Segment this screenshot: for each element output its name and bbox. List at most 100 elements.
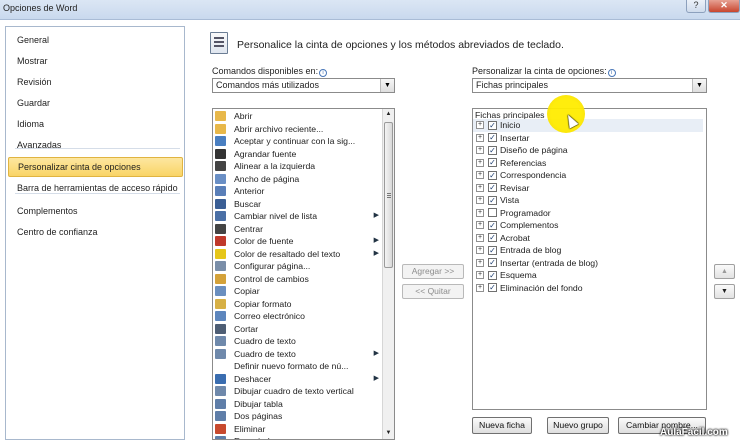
list-item[interactable]: Agrandar fuente (213, 148, 379, 161)
sidebar-item-avanzadas[interactable]: Avanzadas (6, 135, 184, 155)
tab-checkbox[interactable]: ✓ (488, 220, 497, 230)
tab-checkbox[interactable]: ✓ (488, 283, 497, 292)
expand-icon[interactable]: + (476, 133, 484, 142)
list-item[interactable]: Configurar página... (213, 260, 379, 273)
list-item[interactable]: Dibujar tabla (213, 398, 379, 411)
sidebar-item-centro[interactable]: Centro de confianza (6, 222, 184, 242)
commands-scrollbar[interactable]: ▲ ▼ (382, 109, 394, 439)
chevron-down-icon[interactable]: ▼ (692, 79, 706, 92)
list-item[interactable]: Ancho de página (213, 173, 379, 186)
list-item[interactable]: Dos páginas (213, 410, 379, 423)
expand-icon[interactable]: + (476, 258, 484, 267)
tree-item[interactable]: + ✓ Referencias (473, 157, 703, 170)
tab-checkbox[interactable]: ✓ (488, 258, 497, 267)
list-item[interactable]: Buscar (213, 198, 379, 211)
new-group-button[interactable]: Nuevo grupo (547, 417, 609, 434)
sidebar-item-guardar[interactable]: Guardar (6, 93, 184, 113)
tab-checkbox[interactable]: ✓ (488, 195, 497, 205)
tree-item[interactable]: + ✓ Eliminación del fondo (473, 282, 703, 295)
remove-button[interactable]: << Quitar (402, 284, 464, 299)
sidebar-item-personalizar[interactable]: Personalizar cinta de opciones (8, 157, 183, 177)
list-item[interactable]: Aceptar y continuar con la sig... (213, 135, 379, 148)
move-down-icon[interactable]: ▼ (714, 284, 735, 299)
list-item[interactable]: Color de fuente ▶ (213, 235, 379, 248)
sidebar-item-revisión[interactable]: Revisión (6, 72, 184, 92)
scroll-up-icon[interactable]: ▲ (383, 109, 394, 120)
tab-checkbox[interactable]: ✓ (488, 133, 497, 142)
move-up-icon[interactable]: ▲ (714, 264, 735, 279)
expand-icon[interactable]: + (476, 283, 484, 292)
commands-list[interactable]: ▲ ▼ Abrir Abrir archivo reciente... Acepta… (212, 108, 395, 440)
list-item[interactable]: Cortar (213, 323, 379, 336)
new-tab-button[interactable]: Nueva ficha (472, 417, 532, 434)
commands-source-select[interactable]: Comandos más utilizados ▼ (212, 78, 395, 93)
tab-checkbox[interactable]: ✓ (488, 158, 497, 167)
list-item[interactable]: Definir nuevo formato de nú... (213, 360, 379, 373)
list-item[interactable]: Copiar formato (213, 298, 379, 311)
ribbon-tabs-tree[interactable]: Fichas principales + ✓ Inicio + ✓ Insertar + ✓ D… (472, 108, 707, 410)
list-item[interactable]: Copiar (213, 285, 379, 298)
expand-icon[interactable]: + (476, 221, 484, 229)
title-bar: Opciones de Word ? ✕ (0, 0, 740, 20)
list-item[interactable]: Deshacer ▶ (213, 373, 379, 386)
sidebar-item-general[interactable]: General (6, 30, 184, 50)
list-item[interactable]: Anterior (213, 185, 379, 198)
list-item[interactable]: Cuadro de texto (213, 335, 379, 348)
expand-icon[interactable]: + (476, 121, 484, 129)
list-item[interactable]: Abrir (213, 110, 379, 123)
expand-icon[interactable]: + (476, 196, 484, 204)
info-icon[interactable]: i (319, 69, 328, 77)
chevron-down-icon[interactable]: ▼ (380, 79, 394, 92)
tab-checkbox[interactable]: ✓ (488, 170, 497, 180)
tab-checkbox[interactable]: ✓ (488, 120, 497, 130)
scroll-thumb[interactable] (384, 122, 393, 268)
expand-icon[interactable]: + (476, 146, 484, 154)
tree-item[interactable]: + ✓ Entrada de blog (473, 244, 703, 257)
expand-icon[interactable]: + (476, 183, 484, 192)
list-item[interactable]: Control de cambios (213, 273, 379, 286)
list-item[interactable]: Correo electrónico (213, 310, 379, 323)
info-icon[interactable]: i (607, 69, 616, 77)
list-item[interactable]: Dibujar cuadro de texto vertical (213, 385, 379, 398)
tab-checkbox[interactable]: ✓ (488, 270, 497, 280)
tree-item[interactable]: + ✓ Revisar (473, 182, 703, 195)
tree-item[interactable]: + ✓ Complementos (473, 219, 703, 232)
list-item[interactable]: Abrir archivo reciente... (213, 123, 379, 136)
scroll-down-icon[interactable]: ▼ (383, 428, 394, 439)
tab-checkbox[interactable] (488, 208, 497, 217)
tree-item[interactable]: + ✓ Vista (473, 194, 703, 207)
expand-icon[interactable]: + (476, 158, 484, 167)
close-button[interactable]: ✕ (708, 0, 740, 13)
list-item[interactable]: Espaciado... (213, 435, 379, 439)
expand-icon[interactable]: + (476, 246, 484, 254)
expand-icon[interactable]: + (476, 271, 484, 279)
tree-item[interactable]: + ✓ Correspondencia (473, 169, 703, 182)
sidebar-item-idioma[interactable]: Idioma (6, 114, 184, 134)
list-item[interactable]: Centrar (213, 223, 379, 236)
add-button[interactable]: Agregar >> (402, 264, 464, 279)
expand-icon[interactable]: + (476, 233, 484, 242)
tab-checkbox[interactable]: ✓ (488, 245, 497, 255)
help-button[interactable]: ? (686, 0, 706, 13)
list-item[interactable]: Cambiar nivel de lista ▶ (213, 210, 379, 223)
tree-item[interactable]: + Programador (473, 207, 703, 220)
tree-item[interactable]: + ✓ Inicio (473, 119, 703, 132)
list-item[interactable]: Eliminar (213, 423, 379, 436)
tab-checkbox[interactable]: ✓ (488, 145, 497, 155)
tree-item[interactable]: + ✓ Diseño de página (473, 144, 703, 157)
tab-checkbox[interactable]: ✓ (488, 183, 497, 192)
tree-item[interactable]: + ✓ Insertar (473, 132, 703, 145)
ribbon-tabs-select[interactable]: Fichas principales ▼ (472, 78, 707, 93)
list-item[interactable]: Alinear a la izquierda (213, 160, 379, 173)
tree-item[interactable]: + ✓ Esquema (473, 269, 703, 282)
tree-item[interactable]: + ✓ Acrobat (473, 232, 703, 245)
tree-item[interactable]: + ✓ Insertar (entrada de blog) (473, 257, 703, 270)
expand-icon[interactable]: + (476, 171, 484, 179)
sidebar-item-mostrar[interactable]: Mostrar (6, 51, 184, 71)
sidebar-item-barra[interactable]: Barra de herramientas de acceso rápido (6, 178, 184, 198)
expand-icon[interactable]: + (476, 208, 484, 217)
sidebar-item-complementos[interactable]: Complementos (6, 201, 184, 221)
list-item[interactable]: Cuadro de texto ▶ (213, 348, 379, 361)
list-item[interactable]: Color de resaltado del texto ▶ (213, 248, 379, 261)
tab-checkbox[interactable]: ✓ (488, 233, 497, 242)
